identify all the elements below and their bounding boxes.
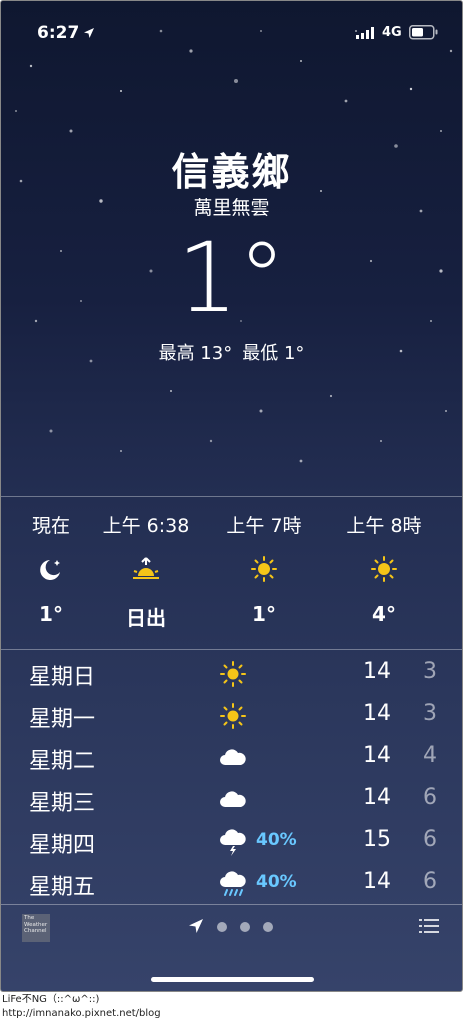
bottom-toolbar: The Weather Channel bbox=[1, 906, 462, 951]
daily-row: 星期五 40% 14 6 bbox=[1, 863, 462, 905]
high-low-temperature: 最高 13° 最低 1° bbox=[1, 339, 462, 365]
high-temperature: 最高 13° bbox=[158, 343, 233, 364]
day-low: 3 bbox=[423, 659, 437, 684]
current-location-icon[interactable] bbox=[188, 918, 204, 934]
city-name: 信義鄉 bbox=[171, 150, 292, 194]
day-low: 6 bbox=[423, 827, 437, 852]
day-high: 14 bbox=[363, 743, 391, 768]
page-dot[interactable] bbox=[217, 922, 227, 932]
day-low: 4 bbox=[423, 743, 437, 768]
location-arrow-icon bbox=[84, 28, 94, 38]
signal-bars-icon bbox=[356, 27, 374, 39]
precip-chance: 40% bbox=[256, 830, 297, 850]
divider bbox=[1, 904, 462, 905]
weather-channel-logo[interactable]: The Weather Channel bbox=[22, 914, 50, 942]
day-name: 星期一 bbox=[29, 707, 96, 732]
moon-icon bbox=[40, 560, 60, 580]
thunderstorm-icon bbox=[220, 829, 246, 856]
page-dot[interactable] bbox=[263, 922, 273, 932]
hourly-time: 上午 8時 bbox=[346, 515, 422, 537]
sun-icon bbox=[371, 556, 397, 582]
home-indicator[interactable] bbox=[151, 977, 314, 982]
hourly-value: 日出 bbox=[126, 606, 166, 630]
hourly-temp: 4° bbox=[372, 602, 396, 626]
sun-icon bbox=[220, 661, 246, 687]
network-type: 4G bbox=[382, 25, 402, 40]
battery-icon bbox=[409, 25, 438, 40]
daily-row: 星期四 40% 15 6 bbox=[1, 821, 462, 863]
hourly-temp: 1° bbox=[252, 602, 276, 626]
day-name: 星期二 bbox=[29, 749, 96, 774]
daily-row: 星期三 14 6 bbox=[1, 779, 462, 821]
low-temperature: 最低 1° bbox=[242, 343, 305, 364]
city-list-icon[interactable] bbox=[419, 918, 439, 934]
divider bbox=[1, 649, 462, 650]
daily-row: 星期一 14 3 bbox=[1, 695, 462, 737]
day-low: 6 bbox=[423, 869, 437, 894]
hourly-time: 上午 7時 bbox=[226, 515, 302, 537]
precip-chance: 40% bbox=[256, 872, 297, 892]
watermark: LiFe不NG（::^ω^::) http://imnanako.pixnet.… bbox=[2, 993, 302, 1021]
hourly-forecast[interactable]: 現在 1° 上午 6:38 日出 上午 7時 1° 上午 8時 4° bbox=[1, 499, 462, 649]
daily-row: 星期日 14 3 bbox=[1, 653, 462, 695]
divider bbox=[1, 496, 462, 497]
day-high: 14 bbox=[363, 701, 391, 726]
watermark-title: LiFe不NG（::^ω^::) bbox=[2, 994, 100, 1005]
status-time: 6:27 bbox=[37, 23, 80, 43]
weather-app: 6:27 4G 信義鄉 萬里無雲 1° 最高 13° 最低 1° 現在 1° 上… bbox=[0, 0, 463, 992]
day-name: 星期日 bbox=[29, 665, 96, 690]
sunrise-icon bbox=[133, 557, 159, 579]
current-temperature: 1° bbox=[176, 222, 287, 334]
day-name: 星期四 bbox=[29, 833, 96, 858]
day-high: 14 bbox=[363, 659, 391, 684]
hourly-time: 上午 6:38 bbox=[102, 515, 190, 537]
day-name: 星期五 bbox=[29, 875, 96, 900]
watermark-url: http://imnanako.pixnet.net/blog bbox=[2, 1008, 161, 1019]
day-high: 14 bbox=[363, 869, 391, 894]
page-dot[interactable] bbox=[240, 922, 250, 932]
day-high: 14 bbox=[363, 785, 391, 810]
day-name: 星期三 bbox=[29, 791, 96, 816]
cloud-icon bbox=[220, 791, 246, 807]
daily-row: 星期二 14 4 bbox=[1, 737, 462, 779]
day-high: 15 bbox=[363, 827, 391, 852]
status-bar: 6:27 4G bbox=[1, 21, 462, 47]
day-low: 6 bbox=[423, 785, 437, 810]
day-low: 3 bbox=[423, 701, 437, 726]
sun-icon bbox=[220, 703, 246, 729]
rain-icon bbox=[220, 871, 246, 896]
weather-condition: 萬里無雲 bbox=[193, 197, 270, 219]
cloud-icon bbox=[220, 749, 246, 765]
sun-icon bbox=[251, 556, 277, 582]
